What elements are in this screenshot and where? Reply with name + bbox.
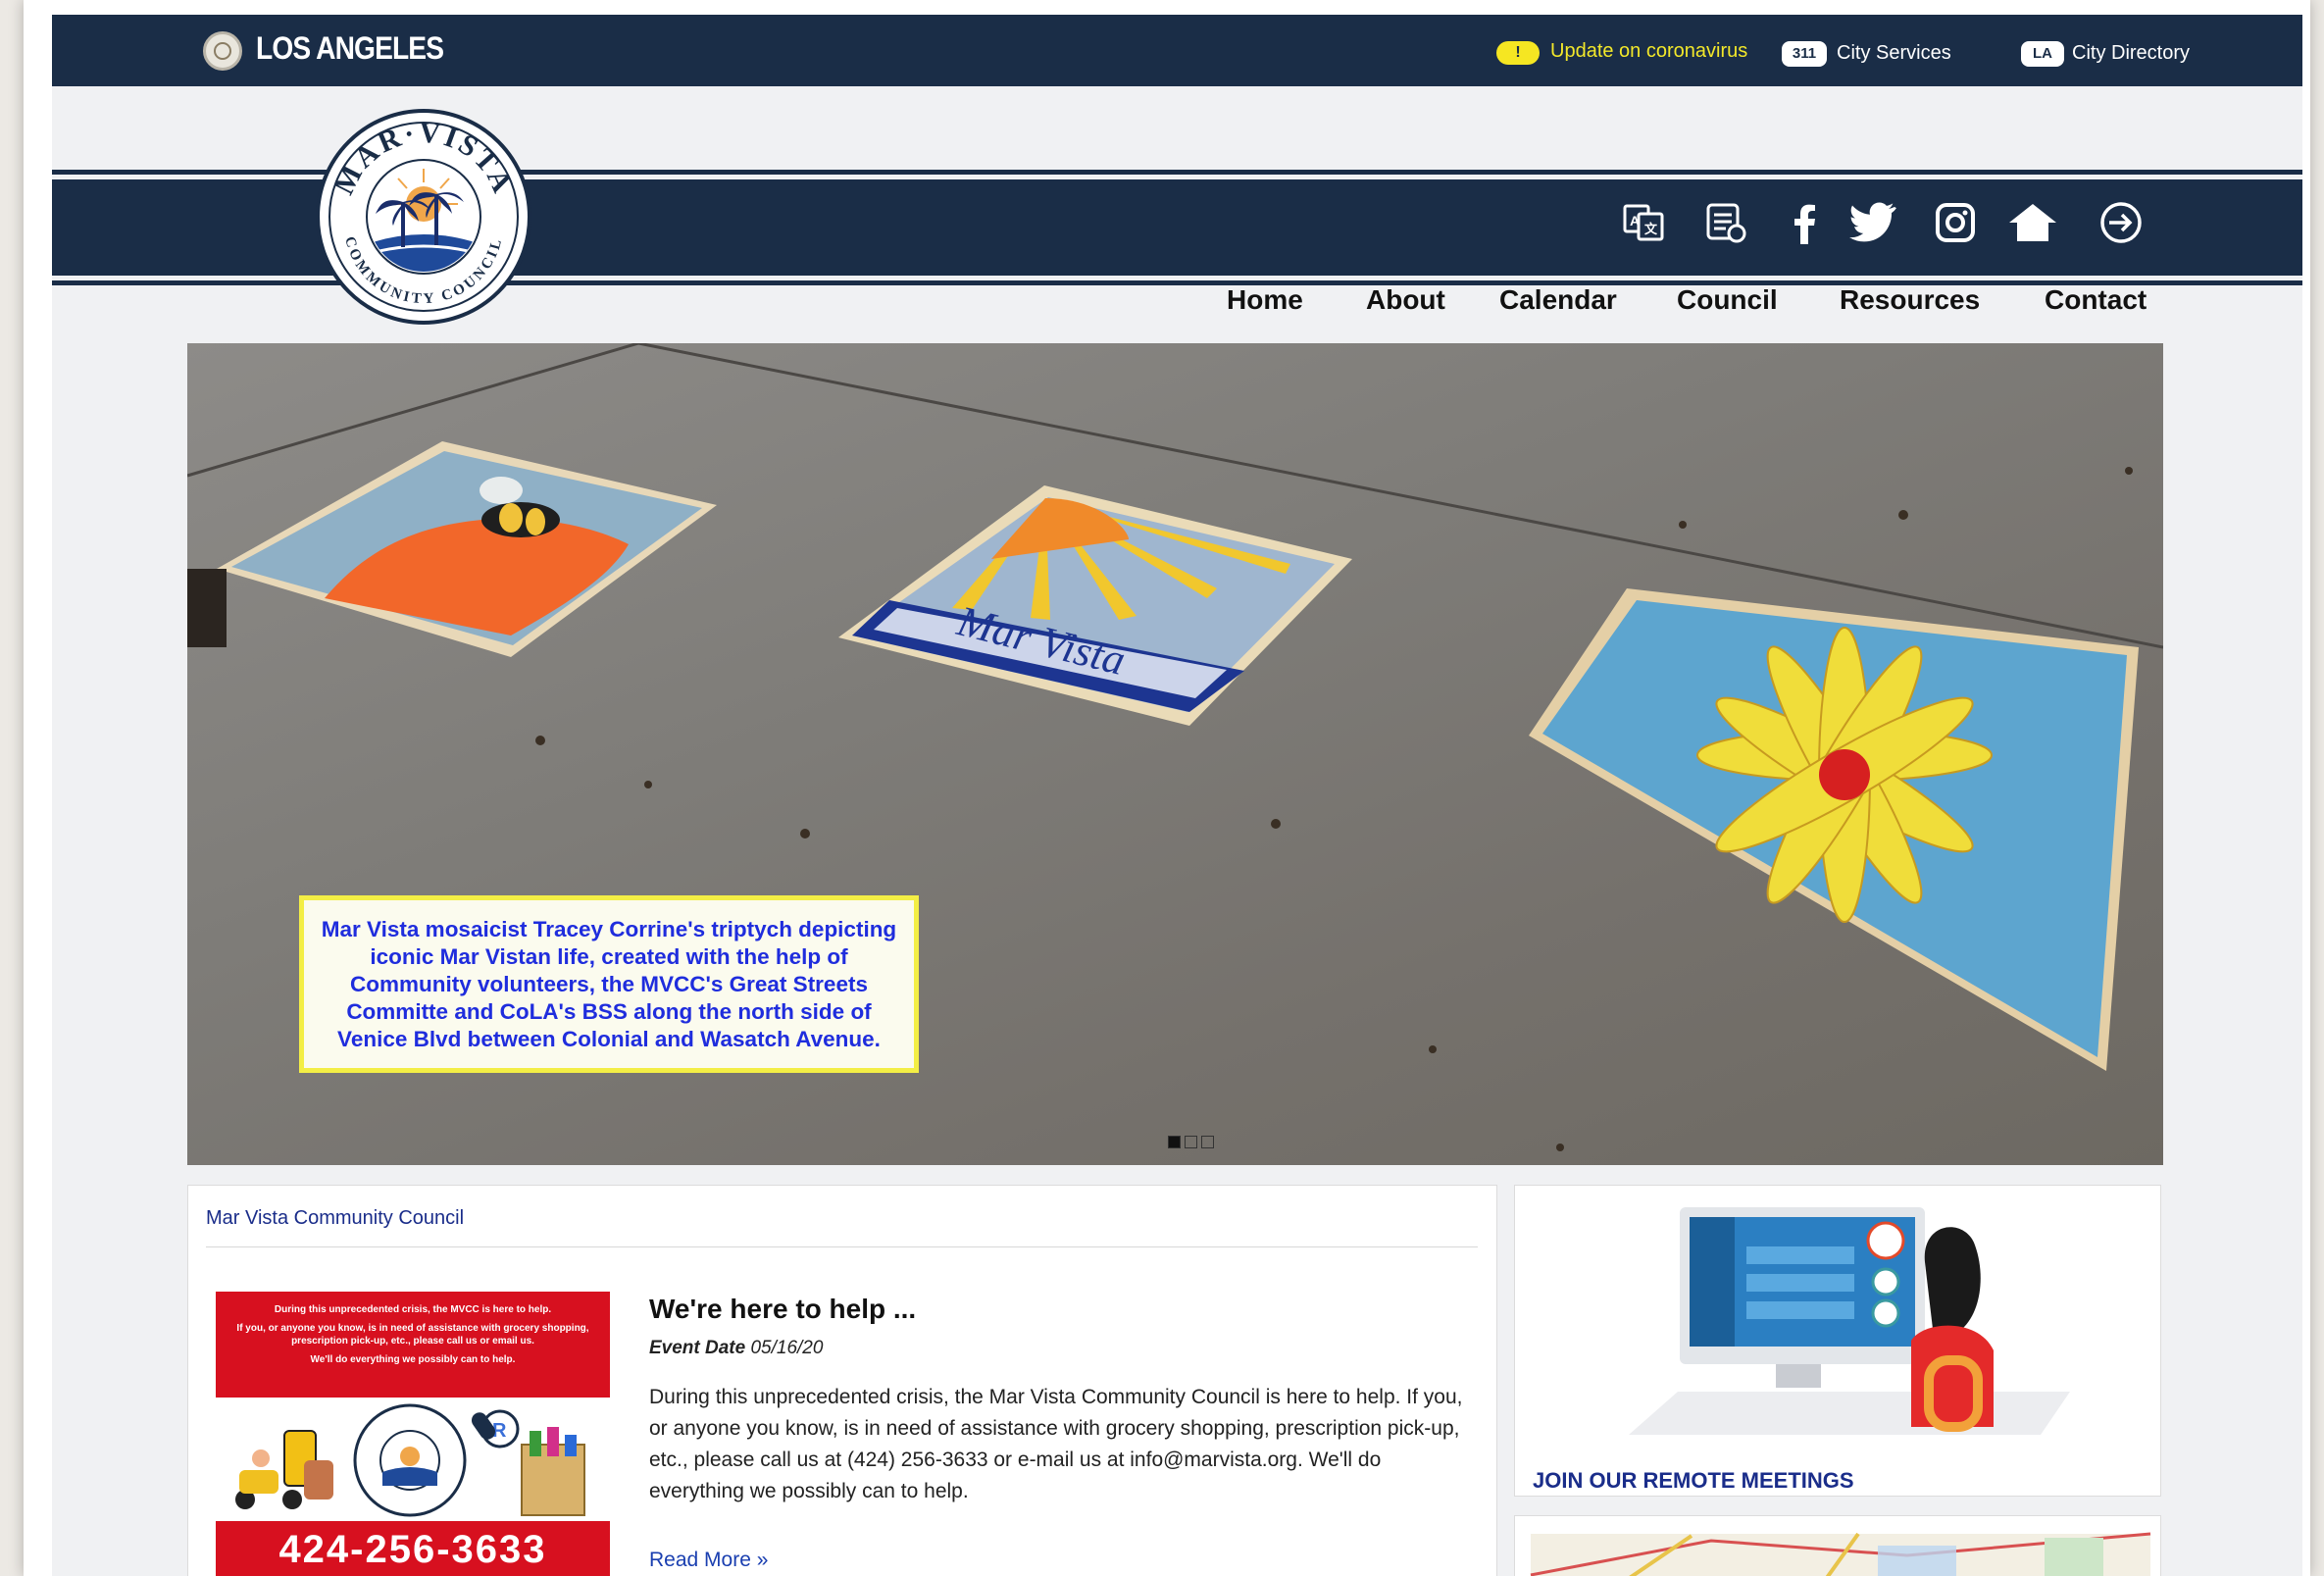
nav-calendar-label: Calendar <box>1499 284 1617 315</box>
city-directory-link[interactable]: City Directory <box>2072 42 2190 65</box>
nav-contact-label: Contact <box>2045 284 2147 315</box>
phone-icon <box>283 1430 333 1500</box>
newsletter-icon[interactable] <box>1699 196 1752 249</box>
thumb-line: During this unprecedented crisis, the MV… <box>274 1304 552 1315</box>
nav-about-label: About <box>1366 284 1445 315</box>
nav-council-label: Council <box>1677 284 1778 315</box>
breadcrumb[interactable]: Mar Vista Community Council <box>206 1207 464 1230</box>
la-city-seal-icon[interactable] <box>203 31 242 71</box>
twitter-icon[interactable] <box>1846 196 1899 249</box>
sun-mosaic: Mar Vista <box>838 485 1352 726</box>
event-date-value: 05/16/20 <box>750 1338 824 1358</box>
post-body: During this unprecedented crisis, the Ma… <box>649 1386 1463 1502</box>
city-name-link[interactable]: LOS ANGELES <box>256 30 444 67</box>
event-date-label: Event Date <box>649 1338 746 1358</box>
divider <box>206 1246 1478 1247</box>
remote-meeting-illustration <box>1629 1207 2070 1435</box>
thumb-illustration: R <box>235 1403 585 1517</box>
post-thumbnail[interactable]: During this unprecedented crisis, the MV… <box>216 1292 610 1576</box>
map-panel[interactable] <box>1514 1515 2161 1576</box>
grocery-bag-icon <box>521 1427 585 1516</box>
nav-resources[interactable]: Resources <box>1840 284 1980 333</box>
city-services-badge: 311 <box>1782 41 1827 67</box>
hero-slideshow[interactable]: Mar Vista Mar Vista mosaicist Tracey Cor… <box>187 343 2163 1165</box>
thumb-line: We'll do everything we possibly can to h… <box>310 1354 516 1365</box>
post-title[interactable]: We're here to help ... <box>649 1294 916 1325</box>
translate-icon[interactable]: A文 <box>1617 196 1670 249</box>
city-directory-badge: LA <box>2021 41 2064 67</box>
nav-resources-label: Resources <box>1840 284 1981 315</box>
alert-badge: ! <box>1496 41 1540 65</box>
mar-vista-logo[interactable]: MAR·VISTA COMMUNITY COUNCIL <box>315 108 532 326</box>
city-utility-bar: LOS ANGELES ! Update on coronavirus 311 … <box>52 15 2302 86</box>
slide-dot-3[interactable] <box>1201 1136 1214 1148</box>
city-services-link[interactable]: City Services <box>1837 42 1951 65</box>
nav-home-label: Home <box>1227 284 1303 315</box>
bee-mosaic <box>217 441 717 657</box>
thumb-line: If you, or anyone you know, is in need o… <box>236 1323 589 1347</box>
nav-council[interactable]: Council <box>1677 284 1778 333</box>
nav-contact[interactable]: Contact <box>2045 284 2147 333</box>
facebook-icon[interactable] <box>1778 196 1831 249</box>
nav-home[interactable]: Home <box>1227 284 1303 333</box>
instagram-icon[interactable] <box>1929 196 1982 249</box>
hero-caption: Mar Vista mosaicist Tracey Corrine's tri… <box>299 895 919 1073</box>
nav-calendar[interactable]: Calendar <box>1499 284 1617 333</box>
flower-mosaic <box>1529 588 2139 1071</box>
news-panel: Mar Vista Community Council During this … <box>187 1185 1497 1576</box>
page: LOS ANGELES ! Update on coronavirus 311 … <box>52 15 2302 1576</box>
thumb-phone-number: 424-256-3633 <box>216 1521 610 1576</box>
pill-icon: R <box>471 1409 520 1449</box>
svg-text:文: 文 <box>1644 222 1658 236</box>
join-remote-meetings-link[interactable]: JOIN OUR REMOTE MEETINGS <box>1533 1468 1854 1494</box>
neighborhood-map <box>1530 1532 2151 1576</box>
login-icon[interactable] <box>2095 196 2147 249</box>
slide-indicators <box>1168 1136 1214 1148</box>
slide-dot-1[interactable] <box>1168 1136 1181 1148</box>
thumb-banner: During this unprecedented crisis, the MV… <box>216 1292 610 1398</box>
remote-meetings-panel[interactable] <box>1514 1185 2161 1497</box>
nav-about[interactable]: About <box>1366 284 1445 333</box>
slide-dot-2[interactable] <box>1185 1136 1197 1148</box>
coronavirus-update-link[interactable]: Update on coronavirus <box>1550 40 1747 63</box>
read-more-link[interactable]: Read More » <box>649 1549 768 1572</box>
event-date: Event Date 05/16/20 <box>649 1338 823 1359</box>
home-icon[interactable] <box>2006 196 2059 249</box>
svg-text:A: A <box>1630 213 1640 229</box>
